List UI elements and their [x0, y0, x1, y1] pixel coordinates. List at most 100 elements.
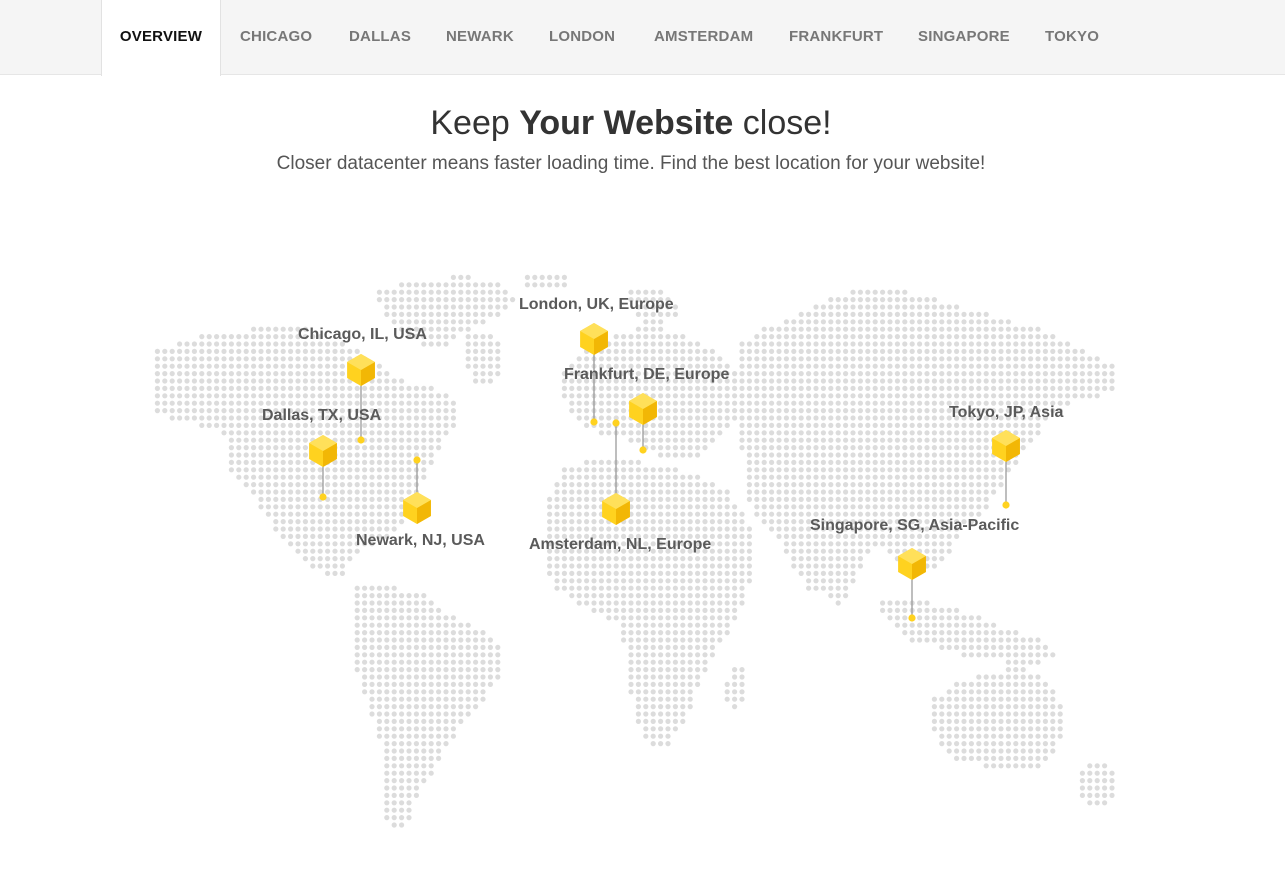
map-dot: [983, 356, 989, 362]
map-dot: [828, 437, 834, 443]
map-dot: [436, 334, 442, 340]
map-dot: [1020, 348, 1026, 354]
map-dot: [909, 630, 915, 636]
map-dot: [739, 526, 745, 532]
map-dot: [835, 482, 841, 488]
map-dot: [939, 348, 945, 354]
map-dot: [658, 408, 664, 414]
map-dot: [887, 452, 893, 458]
map-dot: [569, 570, 575, 577]
map-dot: [806, 341, 812, 347]
map-dot: [961, 319, 967, 325]
map-dot: [798, 326, 804, 332]
map-dot: [376, 615, 382, 621]
map-dot: [828, 430, 834, 436]
map-dot: [347, 556, 353, 562]
map-dot: [680, 718, 686, 725]
map-dot: [465, 681, 471, 688]
map-dot: [584, 474, 590, 480]
map-dot: [872, 319, 878, 325]
map-dot: [894, 548, 901, 554]
map-dot: [1020, 385, 1026, 391]
map-dot: [1102, 378, 1108, 384]
map-dot: [961, 681, 967, 688]
map-dot: [650, 489, 656, 495]
map-dot: [1013, 659, 1019, 665]
map-dot: [591, 578, 597, 584]
map-dot: [413, 726, 419, 732]
pin-singapore[interactable]: Singapore, SG, Asia-Pacific: [810, 517, 1019, 622]
map-dot: [487, 371, 493, 377]
map-dot: [347, 541, 353, 547]
map-dot: [184, 348, 190, 354]
map-dot: [850, 304, 856, 310]
map-dot: [1050, 393, 1056, 399]
map-dot: [384, 378, 390, 384]
map-dot: [1028, 733, 1034, 739]
map-dot: [384, 289, 390, 295]
map-dot: [1094, 763, 1100, 769]
map-dot: [813, 548, 819, 554]
pin-newark[interactable]: Newark, NJ, USA: [356, 456, 485, 549]
map-dot: [376, 585, 382, 591]
map-dot: [909, 533, 915, 540]
map-dot: [769, 408, 775, 414]
map-dot: [391, 585, 397, 591]
map-dot: [473, 652, 479, 658]
map-dot: [391, 792, 397, 799]
map-dot: [791, 556, 797, 562]
map-dot: [931, 556, 938, 562]
map-dot: [813, 430, 819, 436]
map-dot: [643, 711, 649, 717]
map-dot: [391, 704, 397, 710]
map-dot: [658, 319, 664, 325]
map-dot: [724, 593, 730, 599]
map-dot: [783, 422, 790, 428]
map-dot: [954, 334, 960, 340]
map-dot: [732, 408, 738, 414]
map-dot: [184, 385, 190, 391]
map-dot: [791, 400, 797, 406]
map-dot: [265, 511, 271, 517]
map-dot: [650, 526, 656, 532]
map-dot: [769, 363, 775, 369]
map-dot: [902, 504, 908, 510]
map-dot: [399, 519, 405, 525]
map-dot: [295, 489, 301, 495]
map-dot: [450, 667, 456, 673]
map-dot: [917, 467, 923, 473]
map-dot: [924, 371, 930, 377]
map-dot: [584, 385, 590, 391]
map-dot: [458, 711, 464, 717]
map-dot: [436, 718, 442, 725]
map-dot: [665, 659, 671, 665]
map-dot: [931, 563, 938, 569]
map-dot: [1035, 385, 1041, 391]
map-dot: [761, 348, 767, 354]
map-dot: [843, 371, 849, 377]
map-dot: [421, 659, 427, 665]
map-dot: [687, 482, 693, 488]
map-dot: [902, 371, 908, 377]
map-dot: [399, 718, 405, 725]
map-dot: [399, 785, 405, 791]
map-dot: [428, 385, 434, 391]
map-dot: [428, 393, 434, 399]
map-dot: [391, 741, 397, 747]
map-dot: [850, 437, 856, 443]
map-dot: [650, 422, 656, 428]
map-dot: [917, 341, 923, 347]
map-dot: [954, 733, 960, 739]
map-dot: [561, 393, 568, 399]
map-dot: [376, 667, 382, 673]
map-dot: [1102, 363, 1108, 369]
map-dot: [961, 718, 967, 725]
map-dot: [354, 489, 360, 495]
map-dot: [436, 400, 442, 406]
map-dot: [880, 430, 886, 436]
map-dot: [280, 341, 286, 347]
map-dot: [406, 637, 412, 643]
map-dot: [732, 615, 738, 621]
map-dot: [480, 644, 486, 651]
map-dot: [946, 341, 952, 347]
